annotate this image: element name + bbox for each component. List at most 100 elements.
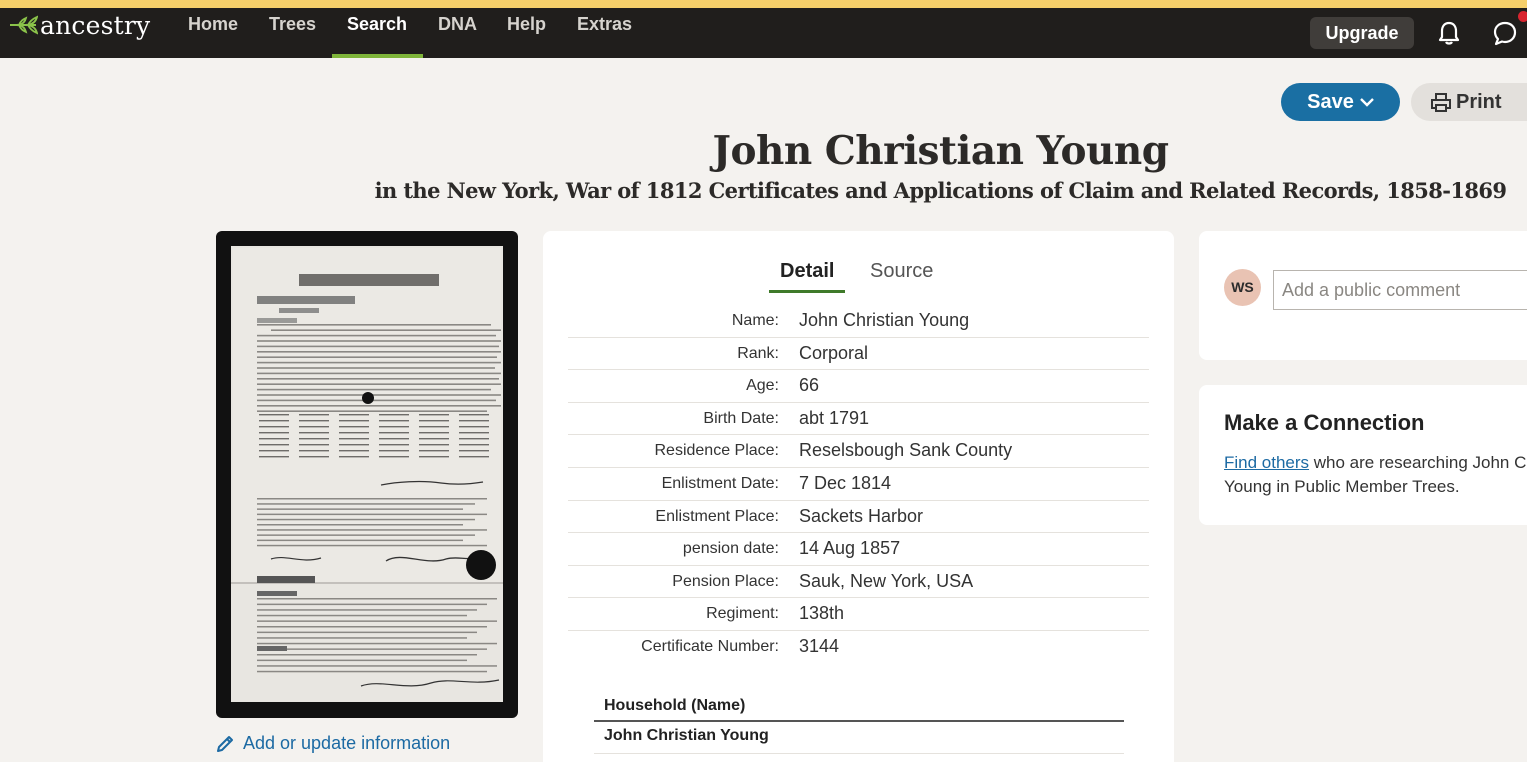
tab-detail[interactable]: Detail: [780, 260, 834, 283]
document-table-line: [339, 414, 369, 416]
document-table-line: [339, 432, 369, 434]
document-table-line: [459, 444, 489, 446]
nav-home[interactable]: Home: [188, 14, 238, 35]
avatar[interactable]: WS: [1224, 269, 1261, 306]
tab-source[interactable]: Source: [870, 260, 933, 283]
household-member-link[interactable]: John Christian Young: [594, 727, 1124, 754]
fact-label: Certificate Number:: [641, 637, 779, 655]
fact-row-regiment: Regiment: 138th: [568, 598, 1149, 631]
record-facts-table: Name: John Christian Young Rank: Corporal …: [568, 305, 1149, 664]
document-table-line: [419, 420, 449, 422]
document-text-line: [257, 405, 501, 407]
document-text-line: [257, 603, 487, 606]
document-text-line: [257, 383, 501, 385]
document-text-line: [257, 372, 501, 375]
document-table-line: [339, 450, 369, 452]
fact-row-pension-date: pension date: 14 Aug 1857: [568, 533, 1149, 566]
household-table-header: Household (Name): [594, 697, 1124, 722]
document-table-line: [419, 426, 449, 428]
document-text-line: [257, 361, 501, 364]
fact-label: Birth Date:: [703, 409, 779, 427]
document-text-line: [257, 334, 496, 337]
document-table-line: [379, 414, 409, 416]
document-table-line: [459, 414, 489, 416]
document-table-line: [259, 420, 289, 422]
document-table-line: [379, 444, 409, 446]
document-text-line: [257, 498, 487, 500]
fact-value: 66: [799, 375, 820, 396]
top-accent-stripe: [0, 0, 1527, 8]
document-table-line: [259, 414, 289, 416]
add-update-information-link[interactable]: Add or update information: [215, 733, 450, 754]
find-others-link[interactable]: Find others: [1224, 453, 1309, 472]
bell-icon[interactable]: [1437, 20, 1461, 46]
document-text-line: [257, 642, 497, 645]
fact-row-enlistment-place: Enlistment Place: Sackets Harbor: [568, 501, 1149, 534]
fact-row-birth-date: Birth Date: abt 1791: [568, 403, 1149, 436]
print-label: Print: [1456, 90, 1502, 113]
nav-help[interactable]: Help: [507, 14, 546, 35]
document-table-line: [379, 438, 409, 440]
upgrade-button[interactable]: Upgrade: [1310, 17, 1414, 49]
document-text-line: [257, 631, 477, 634]
document-table-line: [259, 444, 289, 446]
document-table-line: [419, 450, 449, 452]
document-table-line: [339, 420, 369, 422]
document-table-line: [339, 426, 369, 428]
document-text-line: [257, 324, 491, 326]
document-text-line: [257, 665, 497, 667]
document-text-line: [257, 659, 467, 662]
record-image-thumbnail[interactable]: [231, 246, 503, 702]
document-text-line: [257, 598, 497, 600]
fact-row-enlistment-date: Enlistment Date: 7 Dec 1814: [568, 468, 1149, 501]
fact-value: John Christian Young: [799, 310, 970, 330]
document-table-line: [259, 450, 289, 452]
fact-value: Sauk, New York, USA: [799, 570, 974, 591]
public-comment-input[interactable]: [1273, 270, 1527, 310]
document-text-line: [257, 524, 463, 526]
fact-label: Enlistment Place:: [655, 507, 779, 525]
fact-label: Rank:: [737, 344, 779, 362]
document-text-line: [257, 518, 475, 521]
document-text-line: [257, 356, 497, 358]
fact-label: Residence Place:: [654, 442, 779, 460]
printer-icon: [1431, 92, 1451, 112]
fact-row-name: Name: John Christian Young: [568, 305, 1149, 338]
document-text-line: [257, 654, 477, 656]
save-button[interactable]: Save: [1281, 83, 1400, 121]
document-text-line: [257, 648, 487, 650]
document-table-line: [459, 438, 489, 440]
fact-row-pension-place: Pension Place: Sauk, New York, USA: [568, 566, 1149, 599]
nav-trees[interactable]: Trees: [269, 14, 316, 35]
document-text-line: [257, 367, 495, 369]
fact-label: pension date:: [682, 540, 779, 558]
connection-text-rest: who are researching John Christian: [1313, 453, 1527, 472]
leaf-logo-icon: [10, 15, 38, 35]
notification-badge: [1518, 11, 1527, 22]
document-text-line: [257, 394, 501, 396]
chat-icon[interactable]: [1492, 20, 1518, 46]
fact-value: 14 Aug 1857: [799, 538, 901, 559]
nav-dna[interactable]: DNA: [438, 14, 477, 35]
ancestry-logo[interactable]: ancestry: [8, 11, 150, 40]
document-table-line: [379, 456, 409, 458]
document-text-line: [257, 378, 499, 380]
document-scan-image: [231, 246, 503, 702]
connection-text-line2: Young in Public Member Trees.: [1224, 477, 1460, 496]
fact-value: Reselsbough Sank County: [799, 440, 1013, 461]
print-button[interactable]: Print: [1411, 83, 1527, 121]
document-text-line: [257, 340, 501, 342]
document-text-line: [257, 620, 497, 622]
nav-search[interactable]: Search: [347, 14, 407, 35]
document-text-line: [257, 399, 496, 402]
nav-extras[interactable]: Extras: [577, 14, 632, 35]
document-table-line: [459, 426, 489, 428]
fact-row-residence-place: Residence Place: Reselsbough Sank County: [568, 435, 1149, 468]
fact-label: Regiment:: [706, 605, 779, 623]
document-table-line: [339, 438, 369, 440]
add-info-label: Add or update information: [243, 733, 451, 753]
document-table-line: [259, 456, 289, 458]
document-table-line: [379, 420, 409, 422]
document-table-line: [419, 438, 449, 440]
fact-value: 7 Dec 1814: [799, 472, 892, 493]
